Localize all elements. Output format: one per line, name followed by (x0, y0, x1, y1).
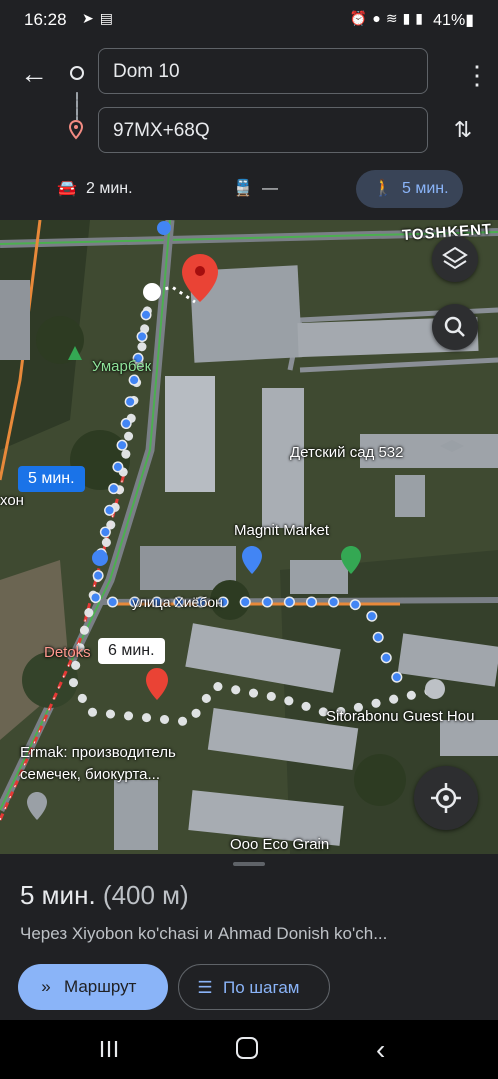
search-icon (444, 316, 465, 337)
recent-apps-icon[interactable] (98, 1038, 120, 1060)
mode-transit[interactable]: 🚆 — (232, 170, 278, 208)
mode-driving[interactable]: 🚘 2 мин. (56, 170, 133, 208)
poi-label-umarbek: Умарбек (92, 358, 152, 375)
car-icon: 🚘 (57, 180, 77, 197)
back-nav-icon[interactable]: ‹ (376, 1034, 385, 1066)
mode-walking[interactable]: 🚶 5 мин. (356, 170, 463, 208)
home-icon[interactable] (236, 1037, 258, 1059)
origin-circle-icon (70, 66, 84, 80)
origin-field[interactable]: Dom 10 (98, 48, 428, 94)
poi-label-ermak-line2: семечек, биокурта... (20, 766, 160, 783)
start-route-label: Маршрут (64, 977, 137, 996)
alarm-icon: ⏰ (349, 10, 373, 26)
sheet-drag-handle[interactable] (233, 862, 265, 866)
arrow-left-icon: ← (20, 58, 48, 89)
clock: 16:28 (24, 10, 67, 29)
route-summary-sheet[interactable]: 5 мин. (400 м) Через Xiyobon ko'chasi и … (0, 854, 498, 1020)
swap-icon: ⇅ (453, 117, 473, 142)
more-vert-icon: ⋮ (464, 60, 490, 90)
poi-label-ooo-eco-grain: Ooo Eco Grain (230, 836, 330, 853)
travel-modes: 🚘 2 мин. 🚆 — 🚶 5 мин. (0, 166, 498, 210)
start-route-button[interactable]: » Маршрут (18, 964, 168, 1010)
route-connector-dots (76, 92, 78, 120)
poi-label-xon: хон (0, 492, 24, 509)
my-location-button[interactable] (414, 766, 478, 830)
route-via-text: Через Xiyobon ko'chasi и Ahmad Donish ko… (20, 924, 388, 943)
walk-icon: 🚶 (373, 180, 393, 197)
wifi-icon: ≋ (385, 10, 403, 26)
system-nav-bar: ‹ (0, 1020, 498, 1079)
news-icon: ▤ (99, 10, 119, 26)
transit-icon: 🚆 (233, 180, 253, 197)
location-icon: ● (372, 10, 386, 26)
mode-walking-label: 5 мин. (402, 180, 449, 197)
street-label-xiyobon: улица Хиёбон (132, 594, 223, 610)
map-view[interactable]: TOSHKENT Умарбек Детский сад 532 Magnit … (0, 220, 498, 854)
list-icon: ☰ (197, 978, 213, 997)
notification-icons: ➤▤ (82, 10, 119, 27)
poi-label-ermak-line1: Ermak: производитель (20, 744, 176, 761)
system-icons: ⏰●≋▮▮ (350, 10, 428, 27)
alt-route-duration-tag[interactable]: 6 мин. (98, 638, 165, 664)
status-bar: 16:28 ➤▤ ⏰●≋▮▮ 41%▮ (0, 0, 498, 40)
route-duration: 5 мин. (20, 880, 96, 910)
my-location-icon (431, 783, 461, 813)
route-distance: (400 м) (102, 880, 189, 910)
poi-label-sitorabonu: Sitorabonu Guest Hou (326, 708, 475, 725)
destination-pin-icon (68, 120, 84, 140)
more-options-button[interactable]: ⋮ (464, 60, 490, 90)
battery-level: 41%▮ (433, 12, 474, 29)
steps-label: По шагам (223, 978, 300, 997)
signal-icon: ▮ (415, 10, 428, 26)
destination-field[interactable]: 97MX+68Q (98, 107, 428, 153)
map-search-button[interactable] (432, 304, 478, 350)
steps-button[interactable]: ☰ По шагам (178, 964, 330, 1010)
layers-button[interactable] (432, 236, 478, 282)
mode-driving-label: 2 мин. (86, 180, 133, 197)
route-duration-tag[interactable]: 5 мин. (18, 466, 85, 492)
mode-transit-label: — (262, 180, 278, 197)
swap-button[interactable]: ⇅ (448, 115, 478, 145)
poi-label-magnit: Magnit Market (234, 522, 330, 539)
directions-panel: ← Dom 10 97MX+68Q ⋮ ⇅ 🚘 2 мин. 🚆 — 🚶 5 мин. (0, 40, 498, 220)
signal-icon: ▮ (402, 10, 416, 26)
layers-icon (442, 246, 468, 270)
back-button[interactable]: ← (18, 58, 50, 90)
telegram-icon: ➤ (82, 10, 100, 26)
navigation-arrows-icon: » (41, 977, 51, 996)
poi-label-kindergarten: Детский сад 532 (290, 444, 404, 461)
route-summary: 5 мин. (400 м) (20, 880, 189, 911)
poi-label-detoks: Detoks (44, 644, 91, 661)
